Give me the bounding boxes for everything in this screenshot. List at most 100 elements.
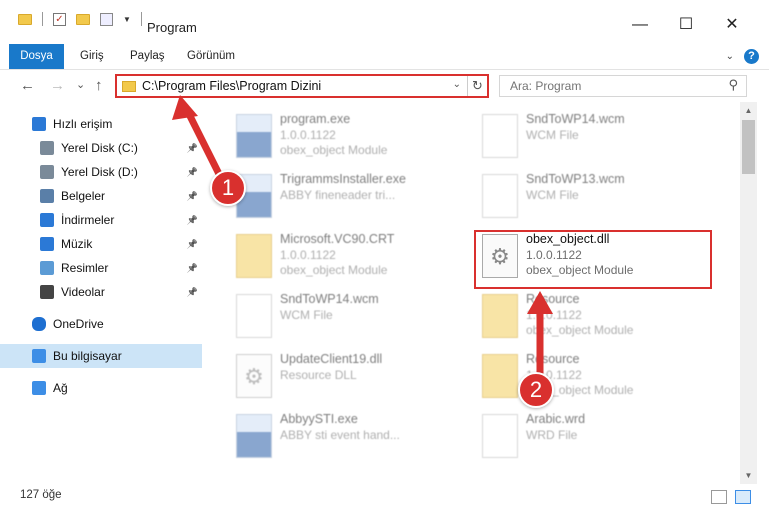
file-detail: 1.0.0.1122 xyxy=(526,308,582,322)
file-item[interactable]: Arabic.wrd WRD File xyxy=(476,408,716,464)
chevron-down-icon[interactable]: ⌄ xyxy=(453,79,461,90)
pin-icon[interactable]: 📌 xyxy=(187,184,198,208)
file-detail: 1.0.0.1122 xyxy=(280,248,336,262)
minimize-button[interactable]: — xyxy=(617,14,663,36)
sidebar-item[interactable]: OneDrive xyxy=(0,312,202,336)
gear-file-icon: ⚙ xyxy=(236,354,272,398)
pin-icon[interactable]: 📌 xyxy=(187,256,198,280)
file-item[interactable]: AbbyySTI.exe ABBY sti event hand... xyxy=(230,408,470,464)
pin-icon[interactable]: 📌 xyxy=(187,232,198,256)
search-box[interactable]: ⚲ xyxy=(499,75,747,97)
file-item[interactable]: program.exe 1.0.0.1122 obex_object Module xyxy=(230,108,470,168)
divider xyxy=(140,12,142,26)
tab-view[interactable]: Görünüm xyxy=(175,44,247,69)
sidebar-item[interactable]: Ağ xyxy=(0,376,202,400)
vertical-scrollbar[interactable]: ▲ ▼ xyxy=(740,102,757,484)
file-detail: WCM File xyxy=(280,308,333,322)
customize-icon[interactable] xyxy=(100,12,113,26)
file-item[interactable]: Resource 1.0.0.1122 obex_object Module xyxy=(476,288,716,348)
sidebar-item-label: Yerel Disk (D:) xyxy=(61,165,138,179)
file-name: Arabic.wrd xyxy=(526,412,586,426)
close-button[interactable]: ✕ xyxy=(709,14,755,36)
highlight-box xyxy=(474,230,712,289)
title-bar: ✓ ▼ Program — ☐ ✕ xyxy=(0,0,769,44)
address-path[interactable]: C:\Program Files\Program Dizini xyxy=(142,79,321,93)
sidebar-item[interactable]: Belgeler 📌 xyxy=(0,184,202,208)
maximize-button[interactable]: ☐ xyxy=(663,14,709,36)
file-icon xyxy=(482,114,518,158)
scroll-down-arrow-icon[interactable]: ▼ xyxy=(740,467,757,484)
pictures-icon xyxy=(40,261,54,275)
file-item[interactable]: Resource 1.0.0.1122 obex_object Module xyxy=(476,348,716,408)
forward-button[interactable]: → xyxy=(50,77,65,94)
file-detail: Resource DLL xyxy=(280,368,357,382)
up-button[interactable]: ↑ xyxy=(95,77,103,94)
file-name: Resource xyxy=(526,292,580,306)
sidebar-item-label: Yerel Disk (C:) xyxy=(61,141,138,155)
file-item[interactable]: TrigrammsInstaller.exe ABBY fineneader tr… xyxy=(230,168,470,228)
scroll-thumb[interactable] xyxy=(742,120,755,174)
file-item[interactable]: SndToWP14.wcm WCM File xyxy=(230,288,470,348)
sidebar-item[interactable]: Hızlı erişim xyxy=(0,112,202,136)
navigation-pane: Hızlı erişim Yerel Disk (C:) 📌 Yerel Disk (… xyxy=(0,108,206,458)
tab-file[interactable]: Dosya xyxy=(9,44,64,69)
sidebar-item[interactable]: Müzik 📌 xyxy=(0,232,202,256)
pin-icon[interactable]: 📌 xyxy=(187,280,198,304)
annotation-badge-1: 1 xyxy=(210,170,246,206)
sidebar-item[interactable]: Resimler 📌 xyxy=(0,256,202,280)
music-icon xyxy=(40,237,54,251)
file-name: Resource xyxy=(526,352,580,366)
file-name: Microsoft.VC90.CRT xyxy=(280,232,395,246)
file-item[interactable]: SndToWP14.wcm WCM File xyxy=(476,108,716,168)
status-bar: 127 öğe xyxy=(0,486,769,516)
file-name: program.exe xyxy=(280,112,351,126)
folder-icon xyxy=(122,81,136,92)
sidebar-item[interactable]: Yerel Disk (C:) 📌 xyxy=(0,136,202,160)
sidebar-item[interactable]: Bu bilgisayar xyxy=(0,344,202,368)
sidebar-item[interactable]: İndirmeler 📌 xyxy=(0,208,202,232)
new-folder-icon[interactable] xyxy=(76,13,90,25)
file-icon xyxy=(482,414,518,458)
documents-icon xyxy=(40,189,54,203)
item-count: 127 öğe xyxy=(20,489,62,501)
file-detail: 1.0.0.1122 xyxy=(280,128,336,142)
file-detail: WRD File xyxy=(526,428,578,442)
tab-share[interactable]: Paylaş xyxy=(118,44,177,69)
pin-icon[interactable]: 📌 xyxy=(187,160,198,184)
refresh-button[interactable]: ↻ xyxy=(467,76,487,96)
help-icon[interactable]: ? xyxy=(744,49,759,64)
sidebar-item-label: Resimler xyxy=(61,261,109,275)
application-icon xyxy=(236,414,272,458)
folder-icon xyxy=(18,13,32,25)
sidebar-item[interactable]: Yerel Disk (D:) 📌 xyxy=(0,160,202,184)
search-input[interactable] xyxy=(500,76,710,96)
expand-ribbon-icon[interactable]: ⌄ xyxy=(726,51,734,62)
file-detail: ABBY fineneader tri... xyxy=(280,188,396,202)
file-name: UpdateClient19.dll xyxy=(280,352,383,366)
large-icons-view-button[interactable] xyxy=(735,490,751,504)
properties-check-icon[interactable]: ✓ xyxy=(53,12,66,26)
file-description: obex_object Module xyxy=(280,263,388,277)
sidebar-item-label: Müzik xyxy=(61,237,93,251)
back-button[interactable]: ← xyxy=(20,77,35,94)
sidebar-item[interactable]: Videolar 📌 xyxy=(0,280,202,304)
tab-home[interactable]: Giriş xyxy=(68,44,116,69)
sidebar-item-label: Hızlı erişim xyxy=(53,117,113,131)
file-item[interactable]: ⚙ UpdateClient19.dll Resource DLL xyxy=(230,348,470,408)
scroll-up-arrow-icon[interactable]: ▲ xyxy=(740,102,757,119)
pin-icon[interactable]: 📌 xyxy=(187,136,198,160)
address-bar[interactable]: C:\Program Files\Program Dizini ⌄ ↻ xyxy=(115,74,489,98)
folder-icon xyxy=(482,294,518,338)
drive-icon xyxy=(40,141,54,155)
file-item[interactable]: Microsoft.VC90.CRT 1.0.0.1122 obex_object … xyxy=(230,228,470,288)
chevron-down-icon[interactable]: ▼ xyxy=(123,15,131,24)
details-view-button[interactable] xyxy=(711,490,727,504)
video-icon xyxy=(40,285,54,299)
quick-access-toolbar: ✓ ▼ xyxy=(18,12,142,26)
folder-icon xyxy=(482,354,518,398)
pin-icon[interactable]: 📌 xyxy=(187,208,198,232)
search-icon[interactable]: ⚲ xyxy=(728,77,738,93)
file-item[interactable]: SndToWP13.wcm WCM File xyxy=(476,168,716,228)
file-name: SndToWP14.wcm xyxy=(526,112,625,126)
recent-locations-button[interactable]: ⌄ xyxy=(76,78,85,91)
